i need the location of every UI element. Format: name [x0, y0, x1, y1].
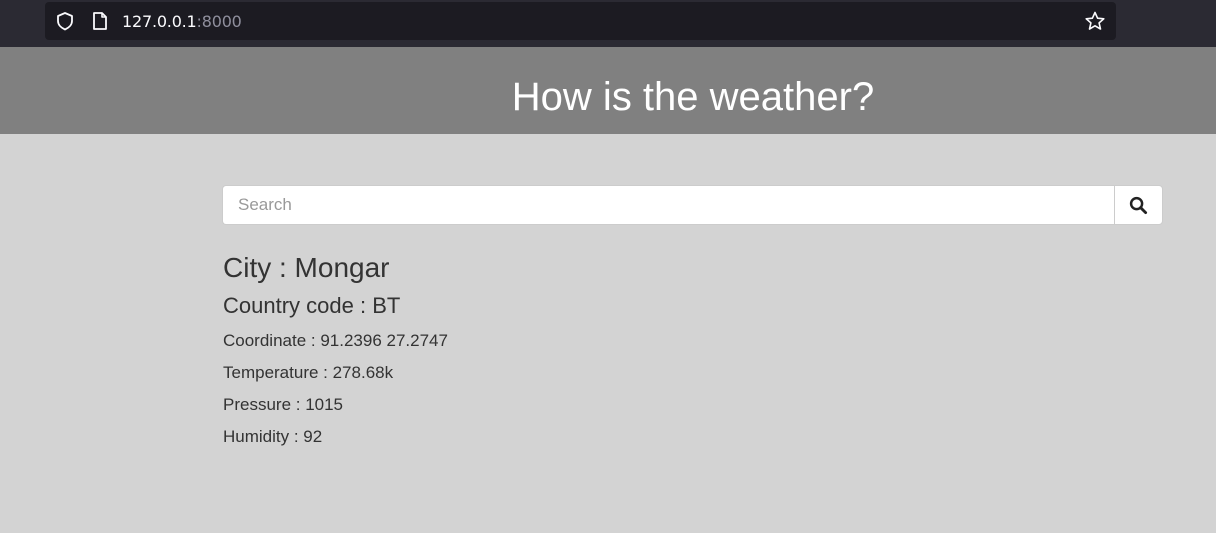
shield-icon[interactable]: [55, 11, 75, 31]
temperature-label: Temperature : 278.68k: [223, 363, 394, 382]
country-code-label: Country code : BT: [223, 293, 401, 318]
url-port: :8000: [196, 12, 242, 31]
search-input[interactable]: [222, 185, 1114, 225]
pressure-label: Pressure : 1015: [223, 395, 344, 414]
search-form: [222, 185, 1163, 225]
browser-toolbar: 127.0.0.1:8000: [0, 0, 1216, 47]
coordinate-label: Coordinate : 91.2396 27.2747: [223, 331, 448, 350]
page-icon[interactable]: [91, 11, 109, 31]
weather-results: City : Mongar Country code : BT Coordina…: [223, 250, 448, 448]
star-icon[interactable]: [1084, 10, 1106, 32]
search-button[interactable]: [1114, 185, 1163, 225]
page-title: How is the weather?: [511, 75, 875, 119]
page-header: How is the weather?: [0, 47, 1216, 134]
humidity-label: Humidity : 92: [223, 427, 323, 446]
url-host: 127.0.0.1: [122, 12, 197, 31]
search-icon: [1129, 196, 1148, 214]
address-bar[interactable]: 127.0.0.1:8000: [45, 2, 1116, 40]
url-text[interactable]: 127.0.0.1:8000: [122, 12, 242, 31]
city-label: City : Mongar: [223, 252, 390, 283]
